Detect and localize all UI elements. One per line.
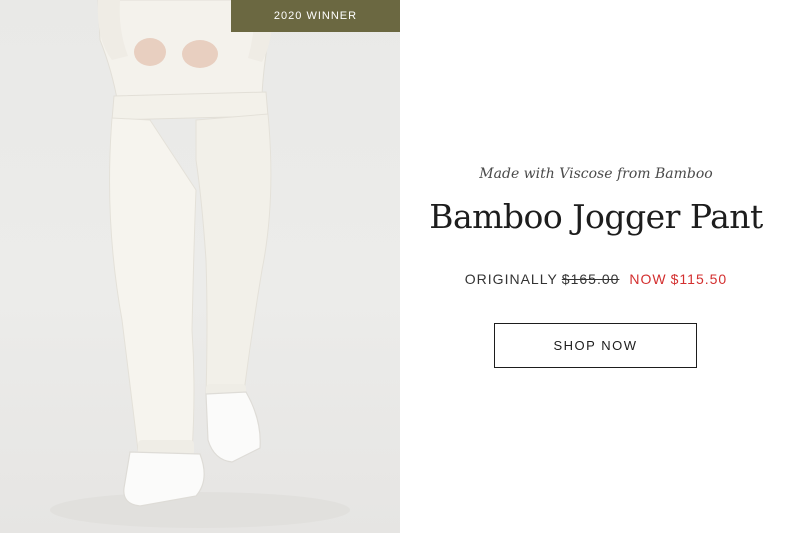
product-photo: 2020 WINNER [0,0,400,533]
sale-price-label: NOW [629,271,667,287]
shop-now-label: SHOP NOW [553,338,638,353]
award-badge: 2020 WINNER [231,0,400,32]
product-title: Bamboo Jogger Pant [429,197,763,236]
product-tagline: Made with Viscose from Bamboo [479,166,713,182]
original-price: $165.00 [561,271,620,287]
award-badge-label: 2020 WINNER [273,10,358,22]
jogger-model-illustration [50,0,350,528]
sale-price: $115.50 [670,271,728,287]
original-price-label: ORIGINALLY [464,271,558,287]
price-row: ORIGINALLY $165.00 NOW $115.50 [400,271,792,287]
shop-now-button[interactable]: SHOP NOW [494,323,697,368]
product-info-panel: Made with Viscose from Bamboo Bamboo Jog… [400,0,800,533]
